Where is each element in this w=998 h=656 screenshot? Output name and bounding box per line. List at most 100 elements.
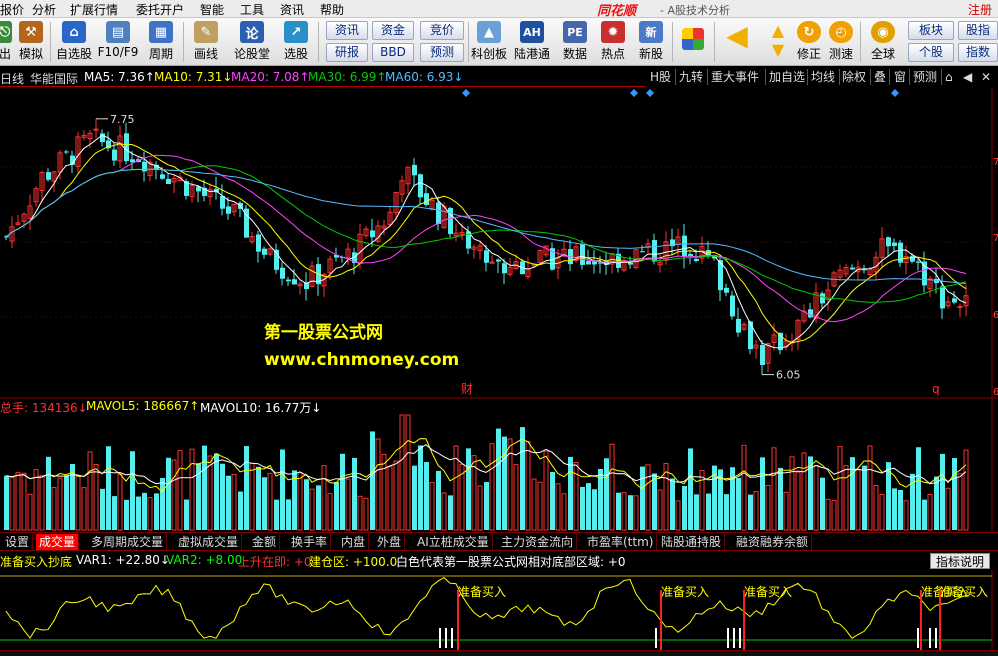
tab-multi-period-volume[interactable]: 多周期成交量 [88, 534, 168, 550]
stock-name: 华能国际 [30, 72, 79, 86]
tab-volume[interactable]: 成交量 [36, 534, 80, 550]
buy-signal-label: 准备买入 [661, 585, 709, 599]
f10-button[interactable]: ▤ F10/F9 [97, 20, 139, 64]
volume-bar [405, 414, 411, 531]
tab-ai-volume[interactable]: AI立桩成交量 [414, 534, 493, 550]
tab-amount[interactable]: 金额 [249, 534, 281, 550]
tab-margin-balance[interactable]: 融资融券余额 [733, 534, 813, 550]
volume-bar [238, 491, 243, 530]
nine-turn-button[interactable]: 九转 [679, 69, 703, 85]
event-diamond-icon [462, 89, 470, 97]
axis-tick-label: 7 [993, 233, 998, 244]
volume-bar [226, 475, 231, 530]
volume-bar [675, 500, 681, 531]
indicator-chart[interactable]: 准备买入 准备买入 准备买入 准备买入准备买入 [0, 570, 998, 650]
collapse-left-icon[interactable]: ◀ [963, 69, 972, 85]
tab-virtual-volume[interactable]: 虚拟成交量 [175, 534, 243, 550]
period-button[interactable]: ▦ 周期 [143, 20, 179, 64]
add-watchlist-button[interactable]: 加自选 [769, 69, 805, 85]
volume-bar [220, 463, 225, 530]
index-button[interactable]: 指数 [958, 43, 998, 62]
candle-body [226, 206, 231, 214]
volume-bar [927, 494, 933, 531]
tab-turnover[interactable]: 换手率 [288, 534, 332, 550]
volume-bar [496, 428, 501, 530]
ex-rights-button[interactable]: 除权 [842, 69, 866, 85]
date-axis [0, 650, 998, 656]
research-button[interactable]: 研报 [326, 43, 368, 62]
tab-outer[interactable]: 外盘 [374, 534, 406, 550]
menu-trade-account[interactable]: 委托开户 [136, 1, 184, 18]
candle-body [640, 251, 645, 253]
ma-settings-button[interactable]: 均线 [811, 69, 835, 85]
volume-bar [640, 466, 645, 530]
candle-body [952, 298, 957, 303]
var2-value: VAR2: +8.00 [166, 553, 243, 567]
volume-bar [286, 499, 291, 530]
layout-grid-icon [682, 28, 704, 50]
up-down-button[interactable]: ▲ ▼ [764, 20, 792, 64]
home-icon[interactable]: ⌂ [945, 69, 953, 85]
h-share-button[interactable]: H股 [650, 69, 671, 85]
data-button[interactable]: PE 数据 [558, 20, 592, 64]
volume-bar [130, 451, 135, 530]
menu-smart[interactable]: 智能 [200, 1, 224, 18]
tab-connect-holdings[interactable]: 陆股通持股 [658, 534, 726, 550]
global-button[interactable]: ◉ 全球 [864, 20, 902, 64]
major-events-button[interactable]: 重大事件 [711, 69, 759, 85]
tab-inner[interactable]: 内盘 [338, 534, 370, 550]
volume-bar [202, 445, 207, 530]
menu-analysis[interactable]: 分析 [32, 1, 56, 18]
correct-button[interactable]: ↻ 修正 [794, 20, 824, 64]
speed-test-button[interactable]: ◴ 测速 [826, 20, 856, 64]
menu-quote[interactable]: 报价 [0, 1, 24, 18]
tab-settings[interactable]: 设置 [2, 534, 34, 550]
forecast-toggle-button[interactable]: 预测 [913, 69, 937, 85]
tab-main-capital-flow[interactable]: 主力资金流向 [498, 534, 578, 550]
window-button[interactable]: 窗 [894, 69, 906, 85]
menu-news[interactable]: 资讯 [280, 1, 304, 18]
simulate-button[interactable]: ⚒ 模拟 [16, 20, 46, 64]
bottom-zone-value: 白色代表第一股票公式网相对底部区域: +0 [396, 555, 626, 569]
volume-bar [154, 493, 159, 530]
hot-button[interactable]: ✹ 热点 [596, 20, 630, 64]
back-button[interactable]: ◀ [720, 19, 754, 64]
watchlist-button[interactable]: ⌂ 自选股 [54, 20, 94, 64]
news-button[interactable]: 资讯 [326, 21, 368, 40]
forum-button[interactable]: 论 论股堂 [230, 20, 274, 64]
tab-pe-ttm[interactable]: 市盈率(ttm) [584, 534, 658, 550]
menu-tools[interactable]: 工具 [240, 1, 264, 18]
star-market-button[interactable]: ▲ 科创板 [470, 20, 508, 64]
volume-chart[interactable] [0, 397, 998, 532]
menu-help[interactable]: 帮助 [320, 1, 344, 18]
candle-body [286, 279, 291, 282]
exit-button[interactable]: ⎋ 出 [0, 20, 14, 64]
single-stock-button[interactable]: 个股 [908, 43, 954, 62]
register-link[interactable]: 注册 [968, 1, 992, 18]
draw-line-button[interactable]: ✎ 画线 [186, 20, 226, 64]
period-label[interactable]: 日线 [0, 70, 24, 87]
volume-bar [448, 495, 453, 530]
candle-body [730, 295, 735, 317]
close-icon[interactable]: ✕ [981, 69, 991, 85]
volume-bar [51, 487, 57, 531]
bbd-button[interactable]: BBD [372, 43, 414, 62]
volume-bar [694, 494, 699, 530]
candle-body [496, 259, 501, 262]
forecast-button[interactable]: 预测 [420, 43, 464, 62]
kline-chart[interactable]: 7 7 6 6 7.75 6.05 财 q [0, 87, 998, 397]
auction-button[interactable]: 竞价 [420, 21, 464, 40]
overlay-button[interactable]: 叠 [874, 69, 886, 85]
capital-button[interactable]: 资金 [372, 21, 414, 40]
volume-bar [760, 457, 765, 530]
ipo-button[interactable]: 新 新股 [634, 20, 668, 64]
menu-extended-quotes[interactable]: 扩展行情 [70, 1, 118, 18]
layout-button[interactable] [678, 20, 708, 64]
connect-button[interactable]: AH 陆港通 [512, 20, 552, 64]
candle-body [484, 250, 489, 263]
volume-bar [117, 473, 123, 531]
stock-picker-button[interactable]: ↗ 选股 [278, 20, 314, 64]
sector-button[interactable]: 板块 [908, 21, 954, 40]
stock-index-button[interactable]: 股指 [958, 21, 998, 40]
indicator-help-button[interactable]: 指标说明 [930, 553, 990, 569]
